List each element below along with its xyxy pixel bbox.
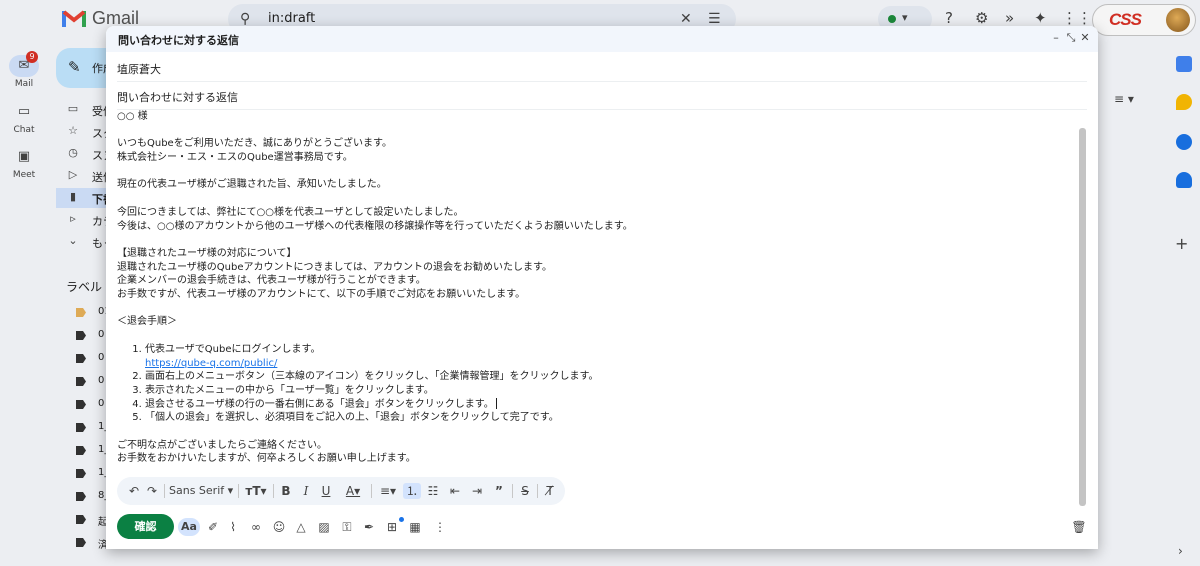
- text-color-icon[interactable]: A▾: [341, 483, 365, 499]
- undo-icon[interactable]: ↶: [127, 483, 141, 499]
- toolbar-divider: [371, 484, 372, 498]
- send-button[interactable]: 確認: [117, 514, 174, 539]
- steps-list: 代表ユーザでQubeにログインします。 https://qube-q.com/pu…: [117, 343, 1072, 425]
- subject-input[interactable]: 問い合わせに対する返信: [117, 89, 238, 105]
- new-feature-dot: [399, 517, 404, 522]
- recipient-field[interactable]: 埴原蒼大: [117, 54, 1087, 82]
- more-options-icon[interactable]: ⋮: [431, 518, 449, 536]
- quote-icon[interactable]: ”: [491, 483, 507, 499]
- font-family-value: Sans Serif: [169, 484, 225, 497]
- body-line: [117, 425, 1072, 439]
- schedule-event-icon[interactable]: ▦: [406, 518, 424, 536]
- body-line: [117, 124, 1072, 138]
- toolbar-divider: [164, 484, 165, 498]
- body-line: 企業メンバーの退会手続きは、代表ユーザ様が行うことができます。: [117, 275, 426, 287]
- body-line: お手数ですが、代表ユーザ様のアカウントにて、以下の手順でご対応をお願いいたします…: [117, 289, 526, 301]
- body-line: 今回につきましては、弊社にて○○様を代表ユーザとして設定いたしました。: [117, 206, 464, 218]
- insert-link-icon[interactable]: ∞: [247, 518, 265, 536]
- step-text: 代表ユーザでQubeにログインします。: [145, 343, 321, 355]
- discard-trash-icon[interactable]: 🗑: [1070, 518, 1088, 536]
- body-line: お手数をおかけいたしますが、何卒よろしくお願い申し上げます。: [117, 453, 416, 465]
- toolbar-divider: [537, 484, 538, 498]
- toolbar-divider: [238, 484, 239, 498]
- body-line: 現在の代表ユーザ様がご退職された旨、承知いたしました。: [117, 179, 387, 191]
- body-line: ○○ 様: [117, 111, 148, 122]
- strikethrough-icon[interactable]: S: [517, 483, 533, 499]
- recipient-chip[interactable]: 埴原蒼大: [117, 61, 161, 77]
- toolbar-divider: [273, 484, 274, 498]
- list-item: 表示されたメニューの中から「ユーザ一覧」をクリックします。: [145, 384, 1072, 398]
- body-line: ご不明な点がございましたらご連絡ください。: [117, 439, 327, 451]
- font-family-select[interactable]: Sans Serif ▾: [169, 483, 235, 499]
- redo-icon[interactable]: ↷: [145, 483, 159, 499]
- body-scrollbar[interactable]: [1079, 128, 1086, 506]
- toolbar-divider: [512, 484, 513, 498]
- body-line: 株式会社シー・エス・エスのQube運営事務局です。: [117, 152, 353, 164]
- indent-more-icon[interactable]: ⇥: [469, 483, 485, 499]
- body-line: 退職されたユーザ様のQubeアカウントにつきましては、アカウントの退会をお勧めい…: [117, 261, 553, 273]
- compose-title: 問い合わせに対する返信: [118, 34, 239, 47]
- close-icon[interactable]: ✕: [1078, 30, 1092, 46]
- layout-icon[interactable]: ⊞: [383, 518, 401, 536]
- font-size-icon[interactable]: тT▾: [243, 483, 269, 499]
- subject-field[interactable]: 問い合わせに対する返信: [117, 82, 1087, 110]
- body-line: 【退職されたユーザ様の対応について】: [117, 247, 297, 259]
- remove-formatting-icon[interactable]: T̸: [542, 483, 558, 499]
- magic-write-icon[interactable]: ✐: [204, 518, 222, 536]
- body-line: [117, 233, 1072, 247]
- step-text: 退会させるユーザ様の行の一番右側にある「退会」ボタンをクリックします。: [145, 398, 494, 410]
- formatting-toolbar: ↶ ↷ Sans Serif ▾ тT▾ B I U A▾ ≡▾ ⒈ ☷ ⇤ ⇥…: [117, 477, 565, 505]
- compose-header[interactable]: 問い合わせに対する返信 – ⤡ ✕: [106, 26, 1098, 52]
- body-line: 今後は、○○様のアカウントから他のユーザ様への代表権限の移譲操作等を行っていただ…: [117, 220, 633, 232]
- list-item: 「個人の退会」を選択し、必須項目をご記入の上、「退会」ボタンをクリックして完了で…: [145, 411, 1072, 425]
- bulleted-list-icon[interactable]: ☷: [425, 483, 441, 499]
- numbered-list-icon[interactable]: ⒈: [403, 483, 421, 499]
- confidential-lock-icon[interactable]: ⚿: [338, 518, 356, 536]
- body-line: いつもQubeをご利用いただき、誠にありがとうございます。: [117, 138, 393, 150]
- minimize-icon[interactable]: –: [1049, 30, 1063, 46]
- indent-less-icon[interactable]: ⇤: [447, 483, 463, 499]
- list-item: 代表ユーザでQubeにログインします。 https://qube-q.com/pu…: [145, 343, 1072, 370]
- signature-pen-icon[interactable]: ✒: [360, 518, 378, 536]
- formatting-options-icon[interactable]: Aa: [178, 518, 200, 536]
- attach-file-icon[interactable]: ⌇: [224, 518, 242, 536]
- body-line: [117, 192, 1072, 206]
- body-line: [117, 329, 1072, 343]
- message-body[interactable]: ○○ 様 いつもQubeをご利用いただき、誠にありがとうございます。 株式会社シ…: [117, 110, 1072, 500]
- underline-icon[interactable]: U: [319, 483, 333, 499]
- insert-photo-icon[interactable]: ▨: [315, 518, 333, 536]
- compose-dialog: 問い合わせに対する返信 – ⤡ ✕ 埴原蒼大 問い合わせに対する返信 ○○ 様 …: [106, 26, 1098, 549]
- bold-icon[interactable]: B: [279, 483, 293, 499]
- drive-icon[interactable]: △: [292, 518, 310, 536]
- italic-icon[interactable]: I: [299, 483, 313, 499]
- body-line: [117, 165, 1072, 179]
- list-item: 画面右上のメニューボタン（三本線のアイコン）をクリックし、「企業情報管理」をクリ…: [145, 370, 1072, 384]
- text-cursor: [495, 398, 497, 410]
- exit-fullscreen-icon[interactable]: ⤡: [1064, 30, 1078, 46]
- qube-login-link[interactable]: https://qube-q.com/public/: [145, 358, 277, 369]
- body-line: [117, 302, 1072, 316]
- body-line: ＜退会手順＞: [117, 316, 177, 328]
- emoji-icon[interactable]: ☺: [270, 518, 288, 536]
- list-item: 退会させるユーザ様の行の一番右側にある「退会」ボタンをクリックします。: [145, 398, 1072, 412]
- align-icon[interactable]: ≡▾: [376, 483, 400, 499]
